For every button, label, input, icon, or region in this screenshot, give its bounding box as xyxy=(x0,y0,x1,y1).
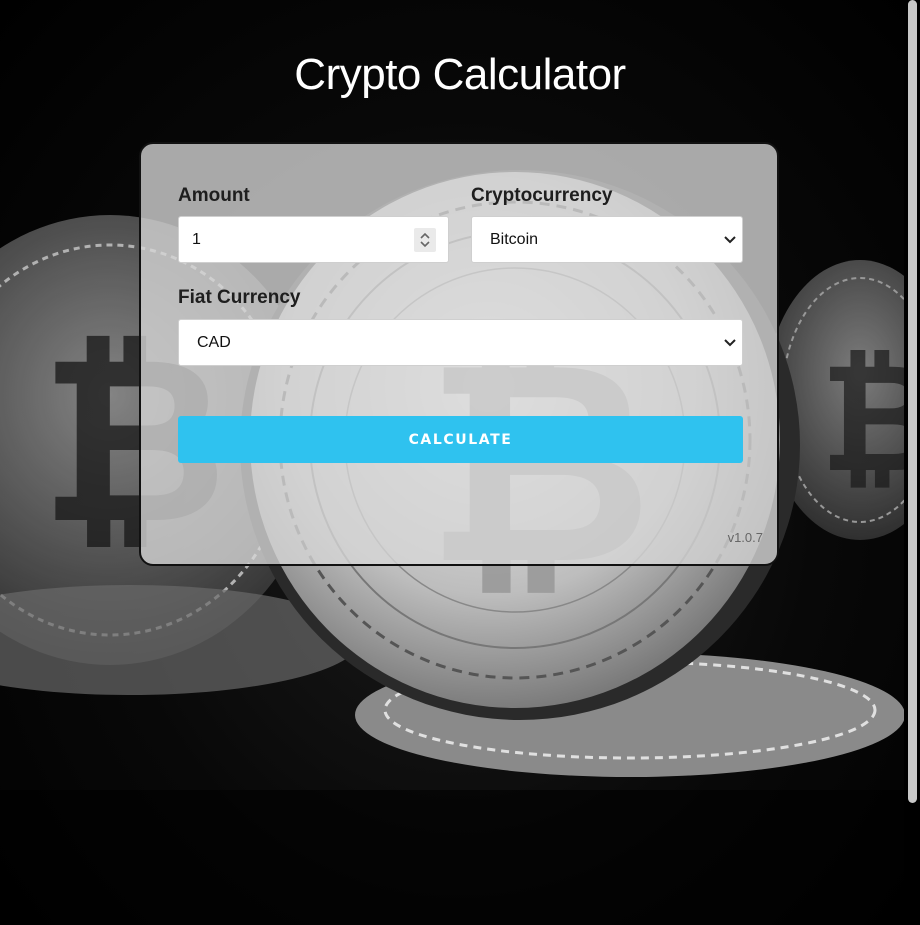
fiat-currency-label: Fiat Currency xyxy=(178,287,301,308)
chevron-down-icon xyxy=(723,338,737,348)
cryptocurrency-label: Cryptocurrency xyxy=(471,185,613,206)
page-title: Crypto Calculator xyxy=(294,50,626,99)
spinner-arrows-icon xyxy=(420,232,430,247)
fiat-currency-selected-value: CAD xyxy=(197,333,231,351)
amount-value: 1 xyxy=(192,230,201,248)
fiat-currency-select[interactable]: CAD xyxy=(178,319,743,366)
cryptocurrency-select[interactable]: Bitcoin xyxy=(471,216,743,263)
version-label: v1.0.7 xyxy=(727,530,763,545)
calculate-button[interactable]: CALCULATE xyxy=(178,416,743,463)
cryptocurrency-selected-value: Bitcoin xyxy=(490,230,539,248)
vertical-scrollbar[interactable] xyxy=(904,0,920,925)
amount-label: Amount xyxy=(178,185,250,206)
calculator-card: Amount 1 Cryptocurrency Bitcoin Fiat Cur… xyxy=(139,142,779,566)
number-spinner[interactable] xyxy=(414,227,436,252)
amount-input[interactable]: 1 xyxy=(178,216,449,263)
chevron-down-icon xyxy=(723,235,737,245)
scrollbar-thumb[interactable] xyxy=(908,0,917,803)
app-page: ₿ ₿ ₿ Crypto Calculator Amount 1 xyxy=(0,0,920,925)
